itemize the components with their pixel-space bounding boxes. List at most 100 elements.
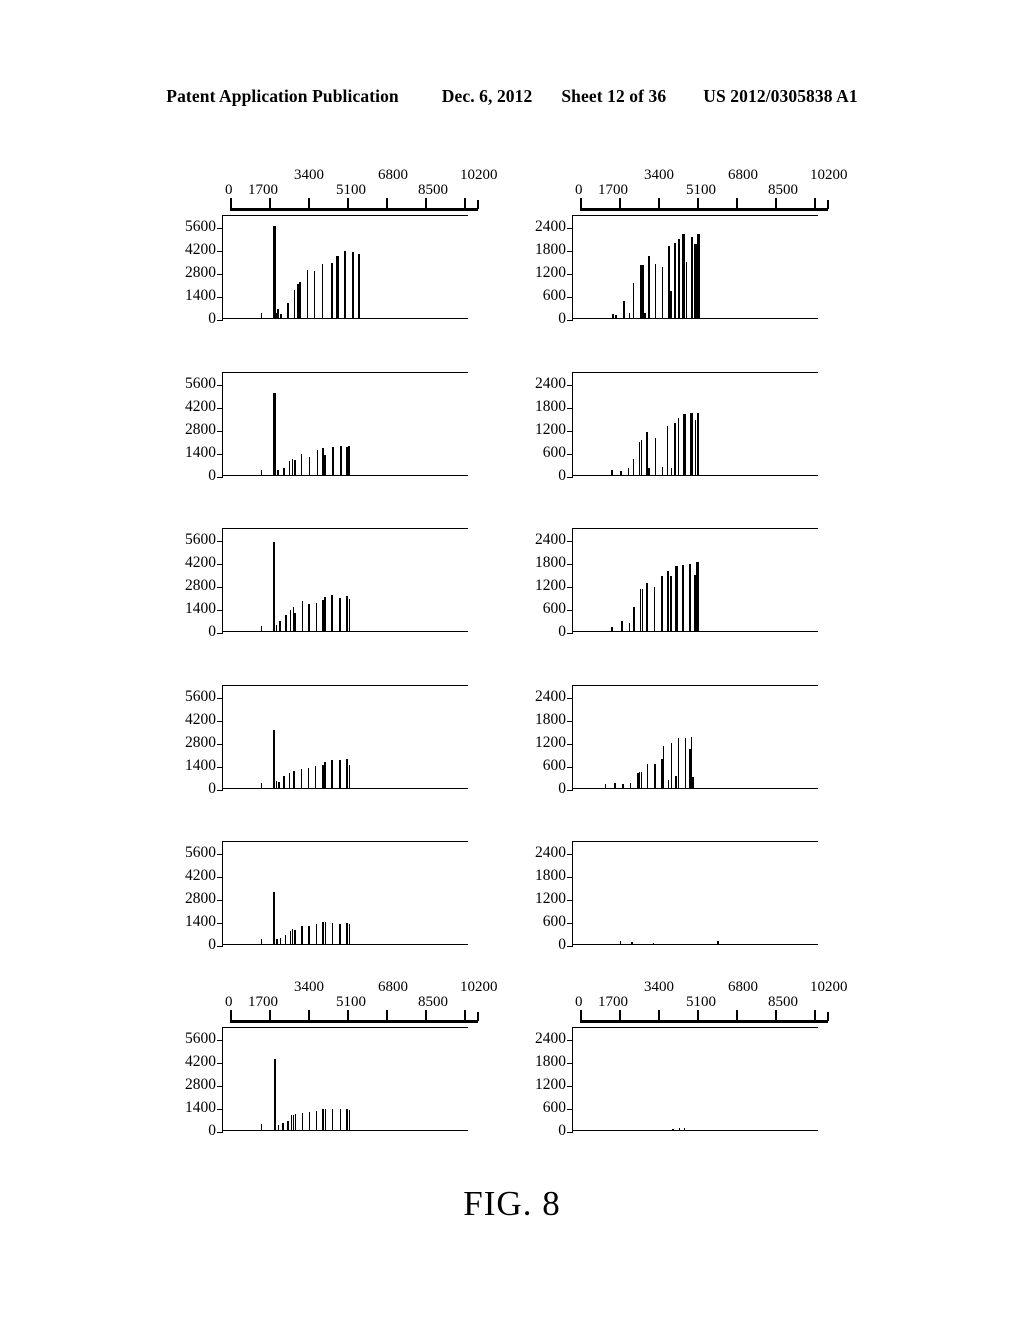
spectrum-peak: [336, 256, 339, 318]
y-tick-label: 1800: [535, 240, 566, 258]
spectrum-peak: [648, 468, 650, 475]
y-tick-mark: [567, 697, 573, 699]
spectrum-peak: [314, 765, 317, 788]
spectrum-peak: [690, 413, 693, 475]
x-tick-label: 6800: [378, 167, 408, 183]
y-tick-mark: [567, 743, 573, 746]
spectrum-peak: [652, 942, 655, 944]
y-tick-label: 600: [542, 756, 566, 774]
y-tick-mark: [567, 1085, 573, 1088]
y-tick-label: 1200: [535, 576, 566, 594]
spectrum-peak: [614, 783, 616, 788]
y-tick-label: 1400: [185, 286, 216, 304]
spectrum-peak: [306, 270, 309, 318]
spectrum-peak: [346, 758, 348, 788]
spectrum-peak: [339, 597, 341, 631]
plot-area: [217, 1027, 468, 1134]
spectrum-peak: [331, 759, 333, 788]
x-tick-label: 3400: [644, 979, 674, 995]
y-axis-line: [222, 216, 224, 320]
x-tick-label: 0: [225, 182, 233, 198]
y-tick-label: 2400: [535, 1029, 566, 1047]
spectrum-panel-panel-L4: 0 1400 2800 4200 5600: [174, 633, 474, 796]
figure-8-plot-grid: 0 1700 3400 5100 6800 8500 10200 0 1400 2800 4200 5…: [0, 0, 1024, 1320]
spectrum-peak: [307, 768, 310, 788]
y-tick-mark: [567, 899, 573, 902]
x-tick-label: 5100: [336, 182, 366, 198]
spectrum-peak: [294, 612, 296, 631]
spectrum-peak: [670, 468, 673, 475]
y-tick-mark: [217, 1039, 223, 1041]
y-tick-mark: [217, 250, 223, 253]
spectrum-peak: [322, 600, 324, 631]
x-tick-label: 6800: [728, 167, 758, 183]
y-tick-label: 2400: [535, 374, 566, 392]
spectrum-peak: [640, 440, 643, 475]
x-tick-label: 1700: [248, 182, 278, 198]
spectrum-peak: [688, 563, 692, 631]
y-tick-label: 4200: [185, 1052, 216, 1070]
y-axis-line: [222, 686, 224, 790]
y-tick-label: 0: [208, 1122, 216, 1139]
spectrum-peak: [620, 470, 622, 475]
y-axis-labels: 0 600 1200 1800 2400: [524, 841, 568, 952]
x-tick-label: 0: [225, 994, 233, 1010]
y-tick-mark: [217, 296, 223, 299]
y-tick-mark: [567, 946, 573, 948]
x-tick-label: 3400: [294, 979, 324, 995]
spectrum-peak: [287, 1121, 289, 1130]
y-tick-label: 4200: [185, 240, 216, 258]
spectrum-peak: [653, 587, 656, 631]
y-tick-label: 1800: [535, 866, 566, 884]
y-tick-label: 1200: [535, 889, 566, 907]
y-tick-label: 5600: [185, 1029, 216, 1047]
spectrum-peak: [260, 470, 263, 475]
y-tick-label: 2800: [185, 1075, 216, 1093]
spectrum-peak: [260, 312, 263, 318]
y-tick-mark: [217, 876, 223, 879]
spectrum-peak: [641, 589, 644, 631]
spectrum-peak: [278, 781, 280, 788]
y-axis-line: [572, 529, 574, 633]
y-tick-mark: [567, 766, 573, 769]
y-tick-mark: [567, 407, 573, 410]
spectrum-peak: [275, 625, 278, 631]
spectrum-peak: [628, 623, 631, 631]
y-tick-mark: [217, 743, 223, 746]
y-tick-mark: [217, 1062, 223, 1065]
spectrum-peak: [646, 764, 649, 788]
spectrum-peak: [644, 313, 646, 318]
spectrum-peak: [675, 566, 678, 631]
y-tick-label: 1200: [535, 733, 566, 751]
spectrum-peak: [322, 922, 324, 944]
y-tick-label: 0: [558, 936, 566, 953]
x-tick-label: 5100: [686, 994, 716, 1010]
spectrum-peak: [276, 939, 278, 944]
spectrum-peak: [604, 783, 607, 788]
y-tick-label: 4200: [185, 710, 216, 728]
y-tick-label: 2800: [185, 733, 216, 751]
baseline: [222, 943, 468, 945]
spectrum-peak: [646, 583, 648, 631]
spectrum-peak: [324, 922, 327, 944]
spectrum-peak: [275, 781, 278, 788]
y-tick-label: 1400: [185, 599, 216, 617]
spectrum-peak: [348, 764, 351, 788]
y-tick-mark: [567, 296, 573, 299]
y-tick-mark: [567, 1039, 573, 1041]
y-axis-line: [572, 216, 574, 320]
spectrum-panel-panel-R3: 0 600 1200 1800 2400: [524, 476, 824, 639]
spectrum-peak: [654, 264, 657, 318]
spectrum-peak: [315, 924, 318, 944]
spectrum-peak: [667, 780, 670, 788]
baseline: [572, 943, 818, 945]
spectrum-peak: [273, 729, 275, 788]
y-tick-label: 2800: [185, 576, 216, 594]
spectrum-peak: [631, 942, 633, 944]
spectrum-peak: [696, 561, 699, 631]
y-tick-label: 1200: [535, 420, 566, 438]
spectrum-peak: [340, 446, 342, 475]
y-tick-label: 4200: [185, 553, 216, 571]
spectrum-peak: [313, 270, 316, 318]
x-tick-label: 6800: [728, 979, 758, 995]
